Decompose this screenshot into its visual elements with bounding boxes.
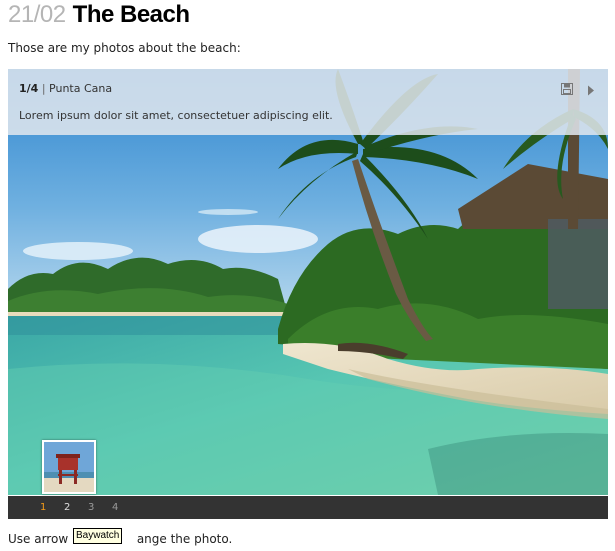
footer-suffix: ange the photo.: [136, 532, 233, 546]
pager-item-1[interactable]: 1: [40, 502, 46, 513]
photo-pager: 1 2 3 4: [8, 496, 608, 519]
pager-item-2[interactable]: 2: [64, 502, 70, 513]
footer-prefix: Use arrow: [8, 532, 69, 546]
intro-text: Those are my photos about the beach:: [8, 41, 241, 55]
post-date: 21/02: [8, 1, 66, 28]
save-icon[interactable]: [561, 80, 573, 95]
post-header: 21/02 The Beach: [8, 1, 190, 31]
photo-location: Punta Cana: [49, 82, 113, 95]
pager-item-3[interactable]: 3: [88, 502, 94, 513]
photo-counter: 1/4: [19, 82, 39, 95]
pager-item-4[interactable]: 4: [112, 502, 118, 513]
photo-caption: 1/4 | Punta Cana Lorem ipsum dolor sit a…: [8, 69, 608, 135]
photo-slideshow: 1/4 | Punta Cana Lorem ipsum dolor sit a…: [8, 69, 608, 519]
post-title: The Beach: [72, 1, 190, 28]
next-arrow-icon[interactable]: [587, 81, 595, 96]
lifeguard-tower-thumbnail[interactable]: [42, 440, 96, 494]
thumbnail-tooltip: Baywatch: [73, 528, 123, 544]
caption-separator: |: [41, 82, 46, 95]
photo-description: Lorem ipsum dolor sit amet, consectetuer…: [19, 109, 333, 122]
caption-header: 1/4 | Punta Cana: [19, 82, 112, 95]
